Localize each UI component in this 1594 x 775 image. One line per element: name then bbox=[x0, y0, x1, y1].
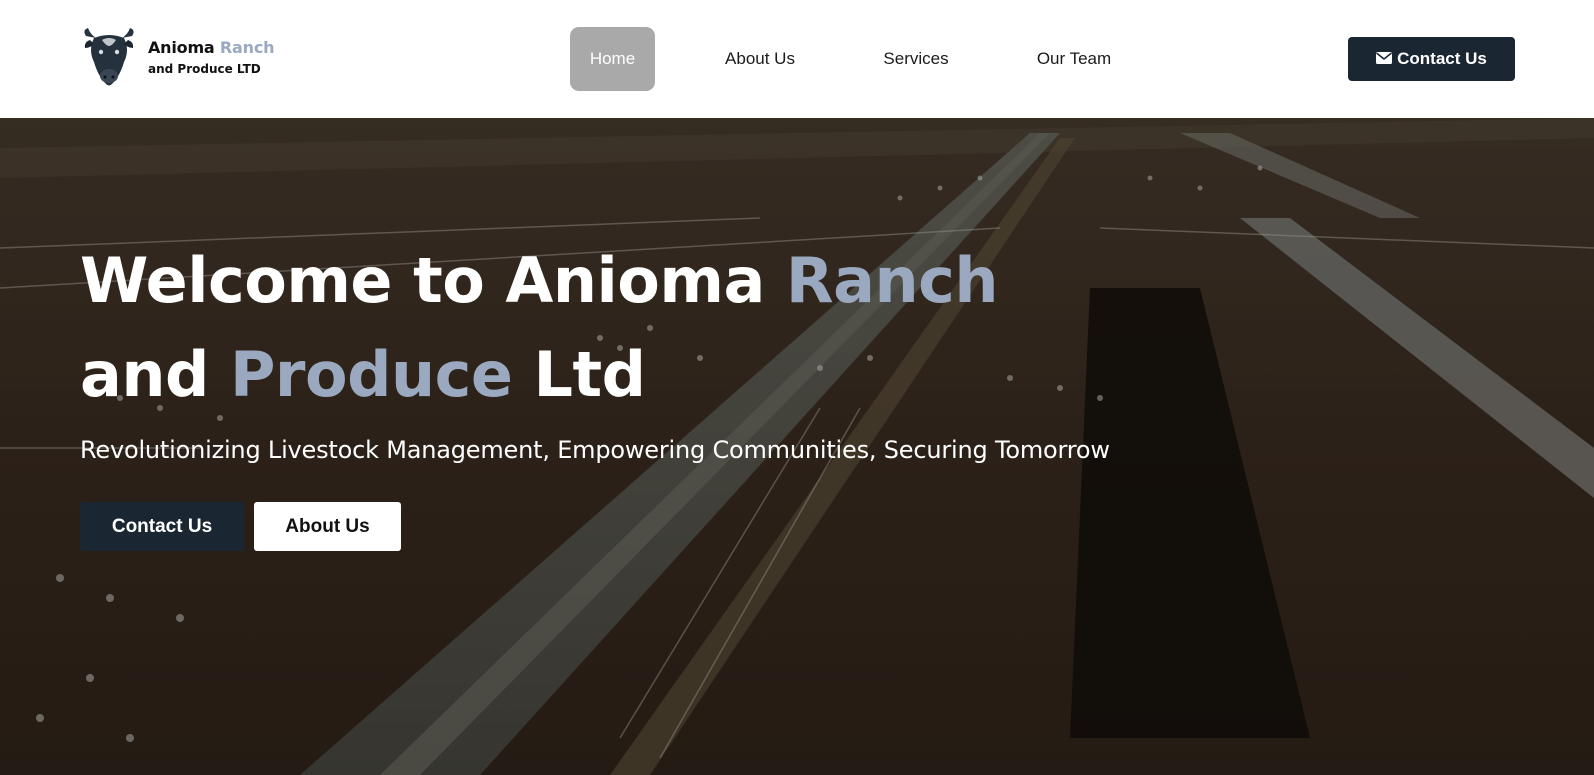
nav-our-team[interactable]: Our Team bbox=[1024, 27, 1124, 91]
hero-contact-us-button[interactable]: Contact Us bbox=[80, 502, 244, 551]
hero-section: Welcome to Anioma Ranch and Produce Ltd … bbox=[0, 118, 1594, 775]
bull-head-icon bbox=[80, 26, 138, 88]
hero-subtitle: Revolutionizing Livestock Management, Em… bbox=[80, 436, 1110, 464]
site-header: Anioma Ranch and Produce LTD Home About … bbox=[0, 0, 1594, 118]
hero-title: Welcome to Anioma Ranch and Produce Ltd bbox=[80, 234, 1180, 422]
hero-title-part3: Ltd bbox=[533, 338, 646, 411]
hero-title-part1: Welcome to Anioma bbox=[80, 244, 765, 317]
envelope-icon bbox=[1376, 49, 1393, 69]
hero-title-accent2: Produce bbox=[229, 338, 513, 411]
logo-title: Anioma Ranch bbox=[148, 38, 274, 57]
logo-name-accent: Ranch bbox=[219, 38, 275, 57]
contact-us-label: Contact Us bbox=[1397, 49, 1487, 68]
hero-title-accent1: Ranch bbox=[785, 244, 999, 317]
logo-subtitle: and Produce LTD bbox=[148, 62, 261, 76]
hero-title-part2: and bbox=[80, 338, 209, 411]
hero-content: Welcome to Anioma Ranch and Produce Ltd … bbox=[80, 234, 1180, 551]
logo[interactable]: Anioma Ranch and Produce LTD bbox=[80, 26, 274, 88]
logo-name: Anioma bbox=[148, 38, 215, 57]
contact-us-button[interactable]: Contact Us bbox=[1348, 37, 1515, 81]
hero-about-us-button[interactable]: About Us bbox=[254, 502, 401, 551]
nav-about-us[interactable]: About Us bbox=[710, 27, 810, 91]
hero-buttons: Contact Us About Us bbox=[80, 502, 1180, 551]
nav-home[interactable]: Home bbox=[570, 27, 655, 91]
nav-services[interactable]: Services bbox=[866, 27, 966, 91]
